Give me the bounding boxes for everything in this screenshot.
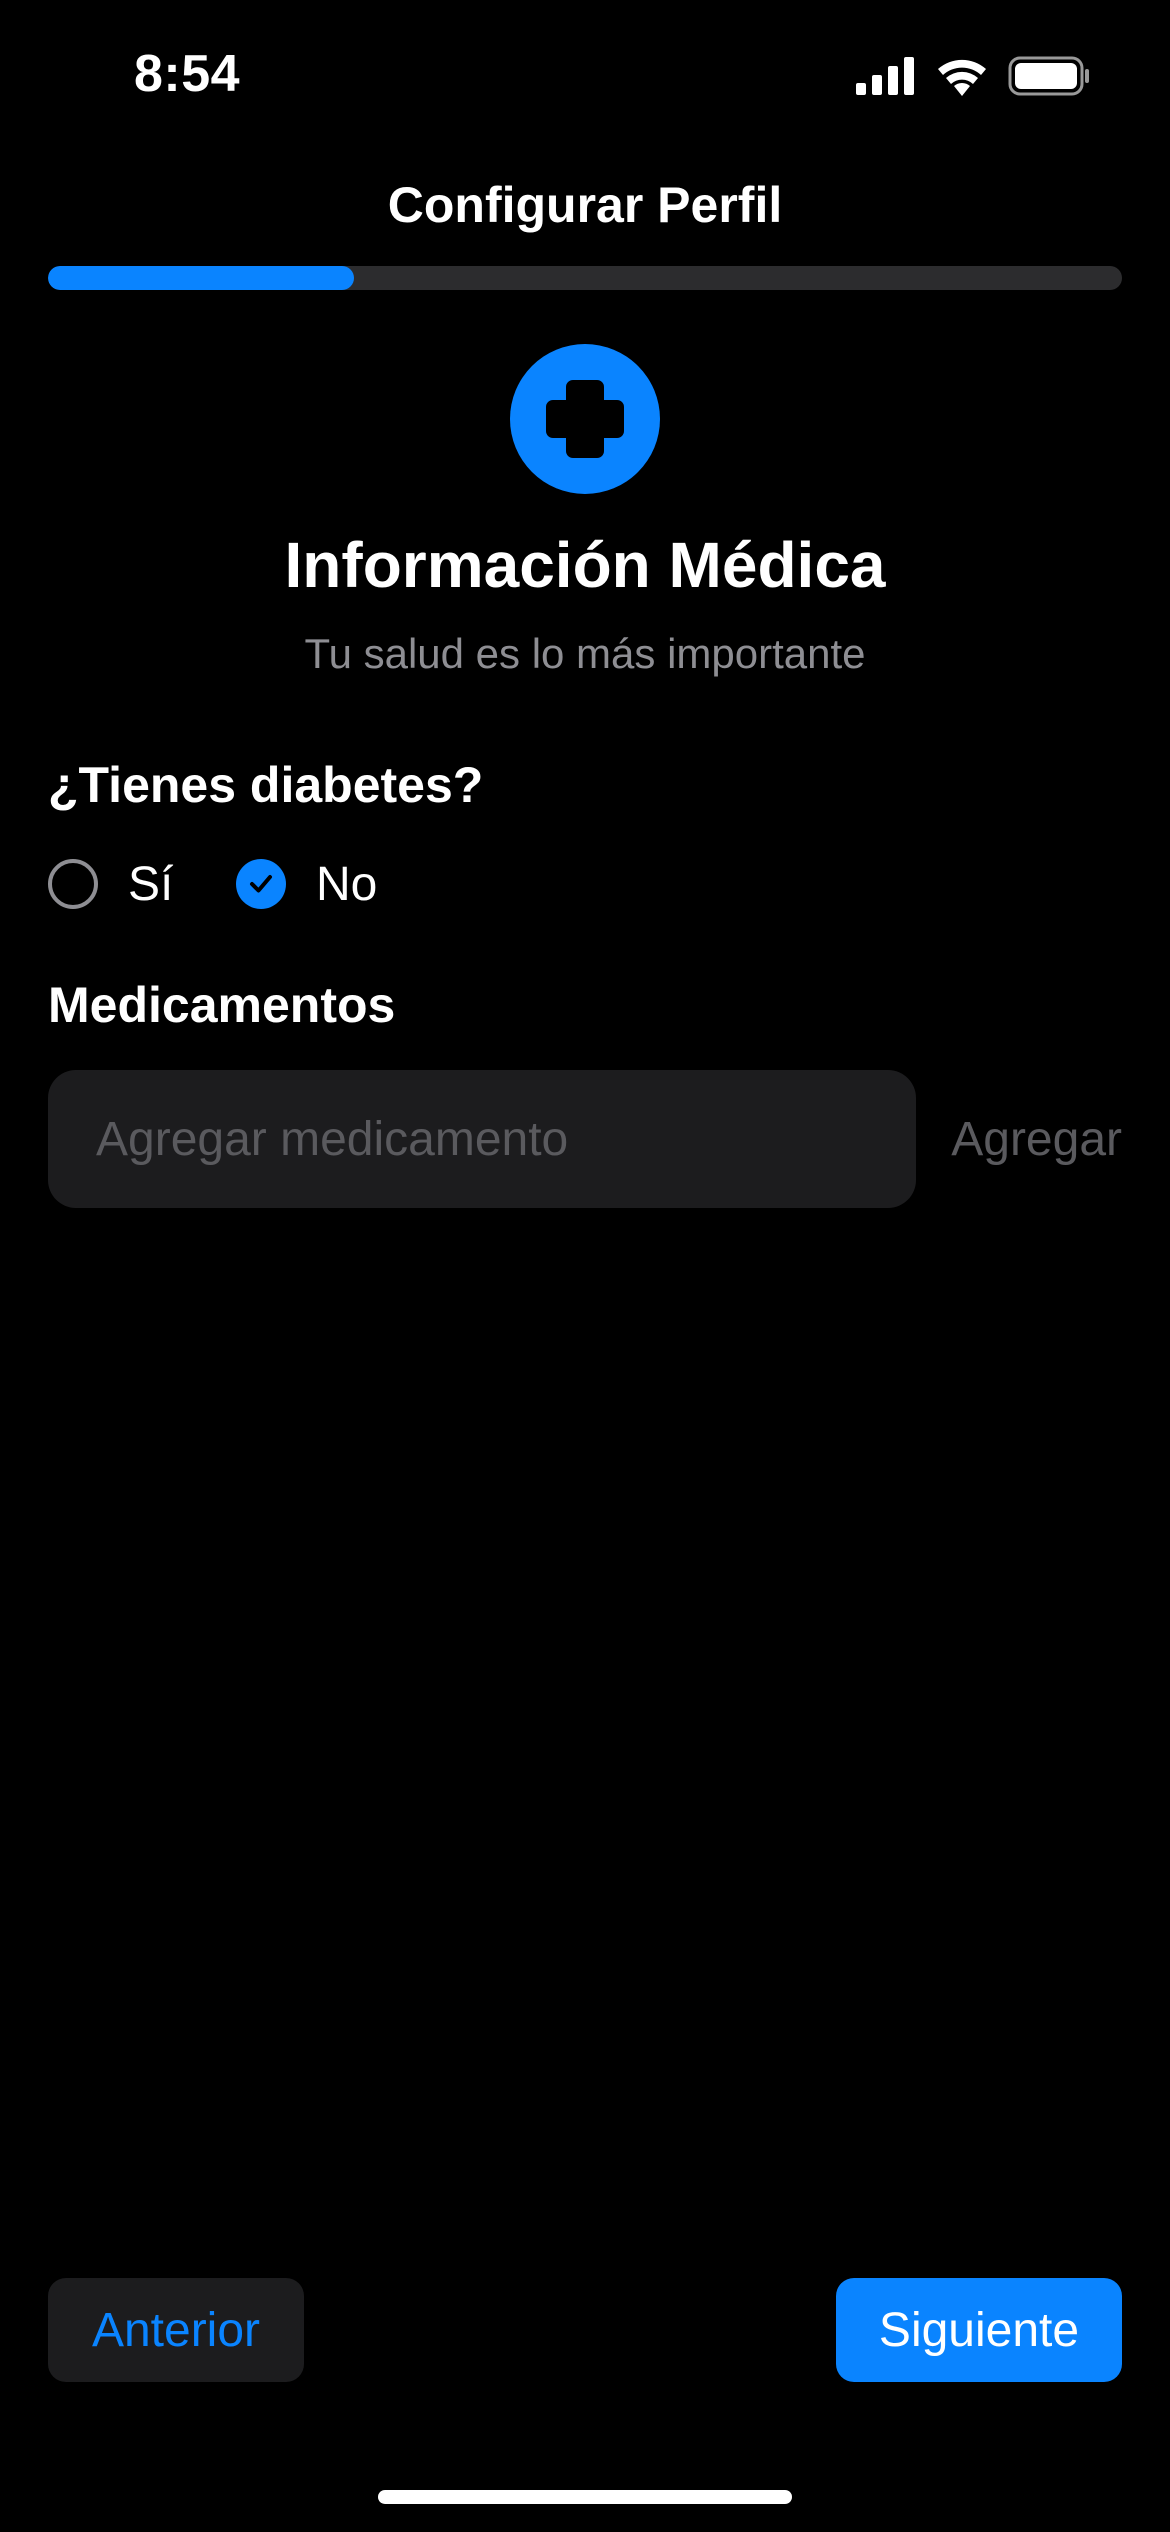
radio-label-no: No (316, 857, 378, 911)
radio-checked-icon[interactable] (236, 859, 286, 909)
medication-input[interactable] (48, 1070, 916, 1208)
page-title: Configurar Perfil (387, 177, 783, 233)
section-title: Información Médica (284, 529, 886, 601)
radio-option-no[interactable]: No (236, 854, 377, 914)
previous-button[interactable]: Anterior (48, 2278, 304, 2382)
status-icons (856, 56, 1090, 101)
cellular-signal-icon (856, 57, 916, 100)
medical-cross-icon (510, 344, 660, 494)
diabetes-question-label: ¿Tienes diabetes? (48, 757, 484, 813)
section-subtitle: Tu salud es lo más importante (304, 630, 866, 677)
progress-bar-fill (48, 266, 355, 290)
next-button[interactable]: Siguiente (836, 2278, 1122, 2382)
medications-label: Medicamentos (48, 977, 396, 1033)
progress-bar (48, 266, 1122, 290)
home-indicator (378, 2490, 792, 2504)
status-time: 8:54 (134, 45, 241, 103)
radio-option-si[interactable]: Sí (48, 854, 173, 914)
battery-icon (1008, 56, 1090, 101)
radio-unchecked-icon[interactable] (48, 859, 98, 909)
radio-label-si: Sí (128, 857, 174, 911)
add-medication-button[interactable]: Agregar (951, 1070, 1122, 1208)
wifi-icon (936, 56, 988, 101)
